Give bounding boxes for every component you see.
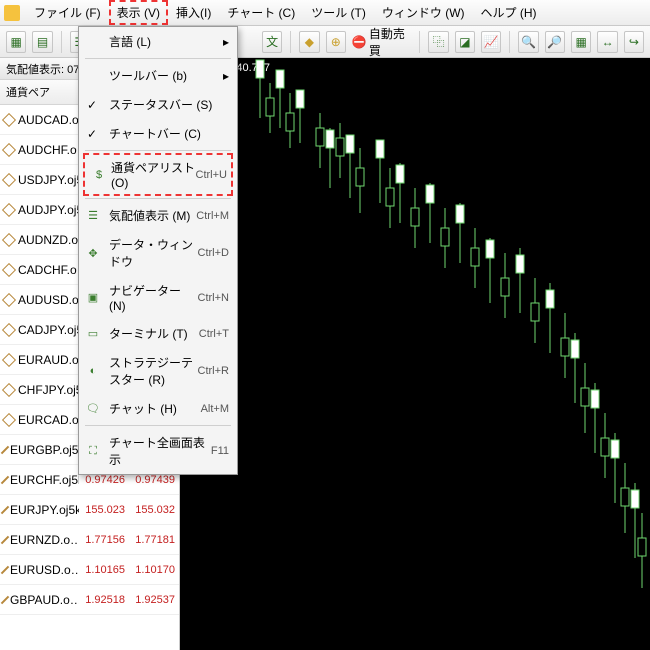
menu-separator	[85, 198, 231, 199]
symbol-icon	[2, 143, 16, 157]
menu-tools[interactable]: ツール (T)	[303, 0, 374, 25]
symbol-icon	[1, 565, 9, 573]
terminal-icon: ▭	[85, 326, 101, 342]
navigator-icon: ▣	[85, 290, 101, 306]
symbol-icon	[2, 293, 16, 307]
menu-window[interactable]: ウィンドウ (W)	[374, 0, 473, 25]
profiles-button[interactable]: ▤	[32, 31, 52, 53]
menu-terminal[interactable]: ▭ターミナル (T)Ctrl+T	[79, 319, 237, 348]
menu-help[interactable]: ヘルプ (H)	[473, 0, 545, 25]
ask-price: 1.92537	[129, 594, 179, 606]
menu-language[interactable]: 言語 (L)▸	[79, 27, 237, 56]
symbol-icon	[2, 113, 16, 127]
market-watch-row[interactable]: EURNZD.o…1.771561.77181	[0, 525, 179, 555]
bid-price: 1.10165	[79, 564, 129, 576]
menu-data-window[interactable]: ✥データ・ウィンドウCtrl+D	[79, 230, 237, 276]
autotrade-button[interactable]: ⛔自動売買	[352, 25, 412, 59]
symbol-icon	[2, 203, 16, 217]
menu-fullscreen[interactable]: ⛶チャート全画面表示F11	[79, 428, 237, 474]
symbol-icon	[1, 535, 9, 543]
symbol-icon	[2, 173, 16, 187]
ask-price: 1.10170	[129, 564, 179, 576]
autotrade-label: 自動売買	[369, 25, 412, 59]
menu-toolbar[interactable]: ツールバー (b)▸	[79, 61, 237, 90]
symbol-name: EURNZD.o…	[10, 533, 79, 547]
market-watch-row[interactable]: EURJPY.oj5k155.023155.032	[0, 495, 179, 525]
menu-insert[interactable]: 挿入(I)	[168, 0, 219, 25]
crosshair-icon: ✥	[85, 245, 101, 261]
bid-price: 1.77156	[79, 534, 129, 546]
autoscroll-button[interactable]: ↪	[624, 31, 644, 53]
app-icon	[4, 5, 20, 21]
tester-icon: ◐	[85, 363, 101, 379]
menu-symbols[interactable]: $通貨ペアリスト (O)Ctrl+U	[83, 153, 233, 196]
chart-area[interactable]: 140.790 140.811 140.658 140.717	[180, 58, 650, 650]
market-watch-row[interactable]: EURUSD.o…1.101651.10170	[0, 555, 179, 585]
menu-separator	[85, 425, 231, 426]
symbol-name: EURUSD.o…	[10, 563, 79, 577]
symbol-name: GBPAUD.o…	[10, 593, 79, 607]
toolbar-separator	[61, 31, 62, 53]
symbol-icon	[2, 323, 16, 337]
bid-price: 0.97426	[79, 474, 129, 486]
toolbar-separator	[509, 31, 510, 53]
tile-button[interactable]: ▦	[571, 31, 591, 53]
menubar: ファイル (F) 表示 (V) 挿入(I) チャート (C) ツール (T) ウ…	[0, 0, 650, 26]
view-menu-dropdown: 言語 (L)▸ ツールバー (b)▸ ステータスバー (S) チャートバー (C…	[78, 26, 238, 475]
candle-chart-button[interactable]: ◪	[455, 31, 475, 53]
bar-chart-button[interactable]: ⿻	[428, 31, 448, 53]
order-button[interactable]: 文	[262, 31, 282, 53]
menu-chart[interactable]: チャート (C)	[219, 0, 303, 25]
symbol-icon	[2, 413, 16, 427]
symbol-icon	[1, 505, 9, 513]
fullscreen-icon: ⛶	[85, 443, 101, 459]
new-chart-button[interactable]: ▦	[6, 31, 26, 53]
symbol-icon	[2, 263, 16, 277]
ask-price: 1.77181	[129, 534, 179, 546]
symbol-name: EURCHF.oj5k	[10, 473, 79, 487]
menu-separator	[85, 58, 231, 59]
market-watch-icon: ☰	[85, 208, 101, 224]
menu-market-watch[interactable]: ☰気配値表示 (M)Ctrl+M	[79, 201, 237, 230]
symbol-icon	[1, 595, 9, 603]
symbol-name: EURJPY.oj5k	[10, 503, 79, 517]
zoom-in-button[interactable]: 🔍	[518, 31, 538, 53]
toolbar-separator	[290, 31, 291, 53]
bid-price: 155.023	[79, 504, 129, 516]
menu-strategy-tester[interactable]: ◐ストラテジーテスター (R)Ctrl+R	[79, 348, 237, 394]
chat-icon: 🗨	[85, 401, 101, 417]
symbol-name: EURGBP.oj5k	[10, 443, 79, 457]
indicators-button[interactable]: ⊕	[326, 31, 346, 53]
line-chart-button[interactable]: 📈	[481, 31, 501, 53]
menu-chartbar[interactable]: チャートバー (C)	[79, 119, 237, 148]
market-watch-row[interactable]: GBPAUD.o…1.925181.92537	[0, 585, 179, 615]
menu-statusbar[interactable]: ステータスバー (S)	[79, 90, 237, 119]
candlestick-chart	[180, 58, 650, 650]
ask-price: 0.97439	[129, 474, 179, 486]
toolbar-separator	[419, 31, 420, 53]
symbol-icon	[1, 445, 9, 453]
expert-button[interactable]: ◆	[299, 31, 319, 53]
zoom-out-button[interactable]: 🔎	[545, 31, 565, 53]
ask-price: 155.032	[129, 504, 179, 516]
menu-separator	[85, 150, 231, 151]
bid-price: 1.92518	[79, 594, 129, 606]
menu-chat[interactable]: 🗨チャット (H)Alt+M	[79, 394, 237, 423]
symbol-icon	[1, 475, 9, 483]
symbol-icon	[2, 233, 16, 247]
menu-navigator[interactable]: ▣ナビゲーター (N)Ctrl+N	[79, 276, 237, 319]
symbol-icon	[2, 383, 16, 397]
menu-file[interactable]: ファイル (F)	[26, 0, 109, 25]
shift-button[interactable]: ↔	[597, 31, 617, 53]
menu-view[interactable]: 表示 (V)	[109, 0, 168, 25]
dollar-icon: $	[91, 167, 107, 183]
symbol-icon	[2, 353, 16, 367]
